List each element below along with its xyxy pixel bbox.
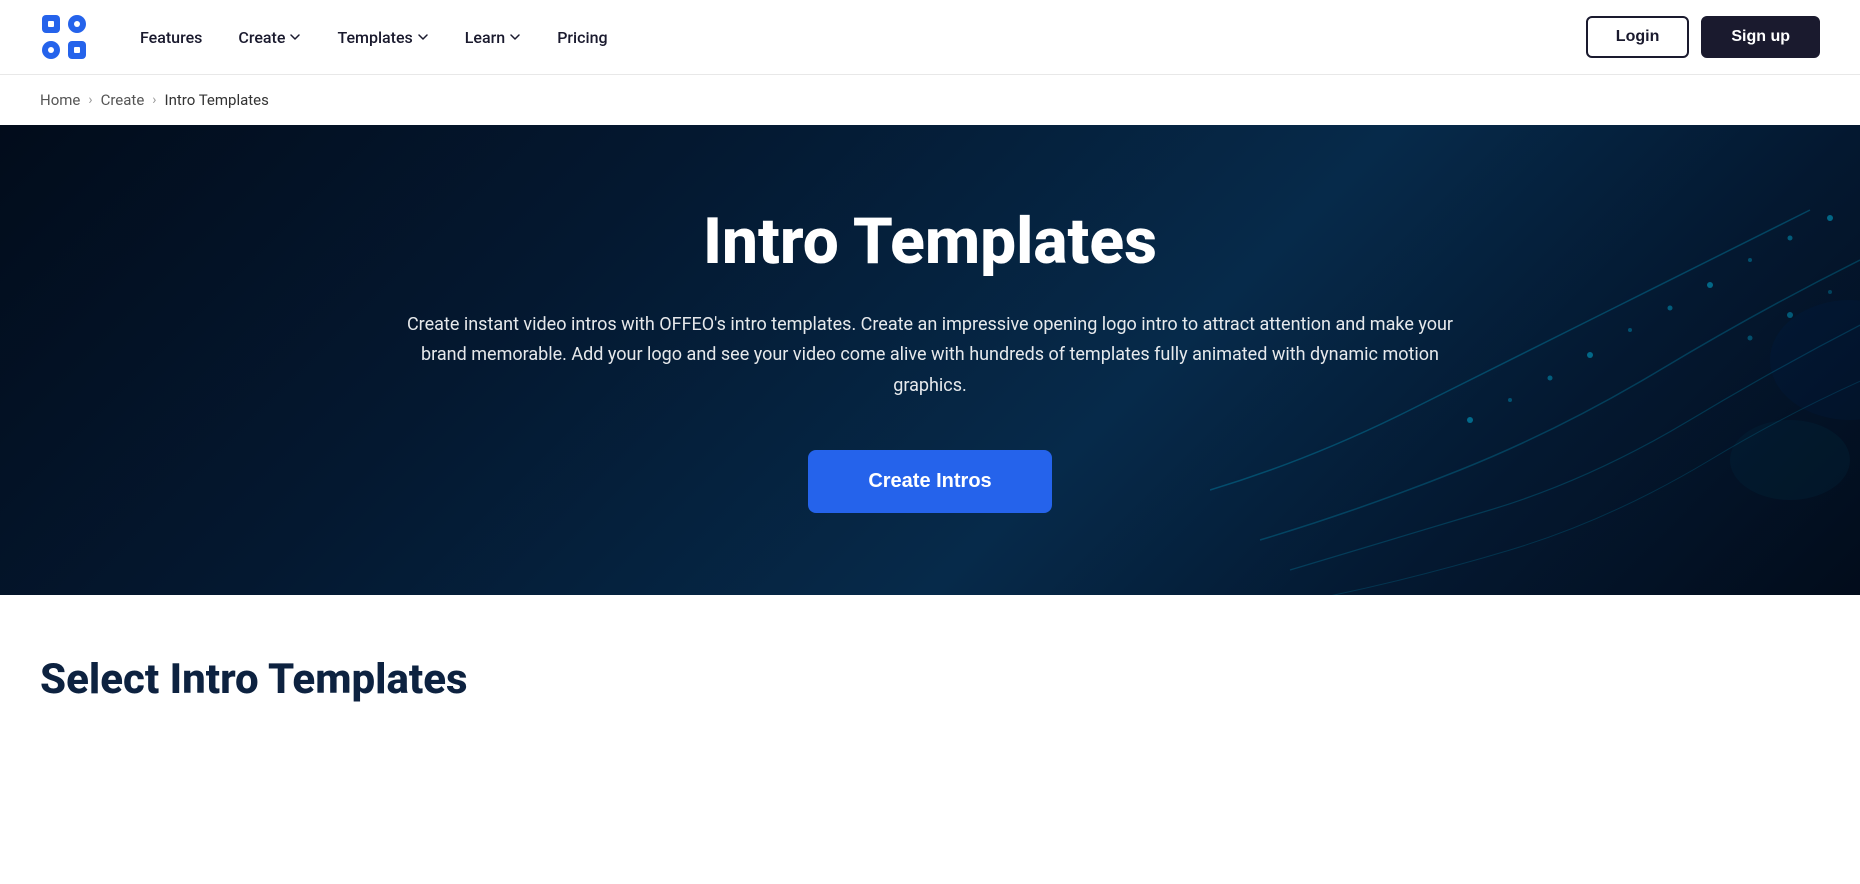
below-hero-section: Select Intro Templates bbox=[0, 595, 1860, 724]
login-button[interactable]: Login bbox=[1586, 16, 1690, 58]
hero-title: Intro Templates bbox=[405, 207, 1455, 277]
logo[interactable] bbox=[40, 13, 88, 61]
hero-description: Create instant video intros with OFFEO's… bbox=[405, 310, 1455, 402]
navbar-right: Login Sign up bbox=[1586, 16, 1820, 58]
nav-item-create[interactable]: Create bbox=[222, 20, 317, 55]
nav-links: Features Create Templates Learn bbox=[124, 20, 624, 55]
nav-label-templates: Templates bbox=[337, 28, 412, 47]
navbar-left: Features Create Templates Learn bbox=[40, 13, 624, 61]
nav-item-features[interactable]: Features bbox=[124, 20, 218, 55]
navbar: Features Create Templates Learn bbox=[0, 0, 1860, 75]
chevron-down-icon-2 bbox=[417, 31, 429, 43]
offeo-logo-icon bbox=[40, 13, 88, 61]
hero-section: Intro Templates Create instant video int… bbox=[0, 125, 1860, 595]
hero-content: Intro Templates Create instant video int… bbox=[405, 207, 1455, 512]
chevron-down-icon-3 bbox=[509, 31, 521, 43]
breadcrumb-separator-1: › bbox=[88, 92, 92, 108]
breadcrumb-create[interactable]: Create bbox=[101, 91, 145, 109]
nav-item-pricing[interactable]: Pricing bbox=[541, 20, 623, 55]
signup-button[interactable]: Sign up bbox=[1701, 16, 1820, 58]
breadcrumb-separator-2: › bbox=[152, 92, 156, 108]
nav-item-templates[interactable]: Templates bbox=[321, 20, 444, 55]
chevron-down-icon bbox=[289, 31, 301, 43]
nav-label-create: Create bbox=[238, 28, 285, 47]
breadcrumb: Home › Create › Intro Templates bbox=[0, 75, 1860, 125]
breadcrumb-home[interactable]: Home bbox=[40, 91, 80, 109]
nav-item-learn[interactable]: Learn bbox=[449, 20, 537, 55]
breadcrumb-current: Intro Templates bbox=[165, 91, 269, 109]
nav-label-features: Features bbox=[140, 28, 202, 47]
nav-label-learn: Learn bbox=[465, 28, 505, 47]
nav-label-pricing: Pricing bbox=[557, 28, 607, 47]
create-intros-button[interactable]: Create Intros bbox=[808, 450, 1051, 513]
select-intro-title: Select Intro Templates bbox=[40, 655, 1820, 704]
